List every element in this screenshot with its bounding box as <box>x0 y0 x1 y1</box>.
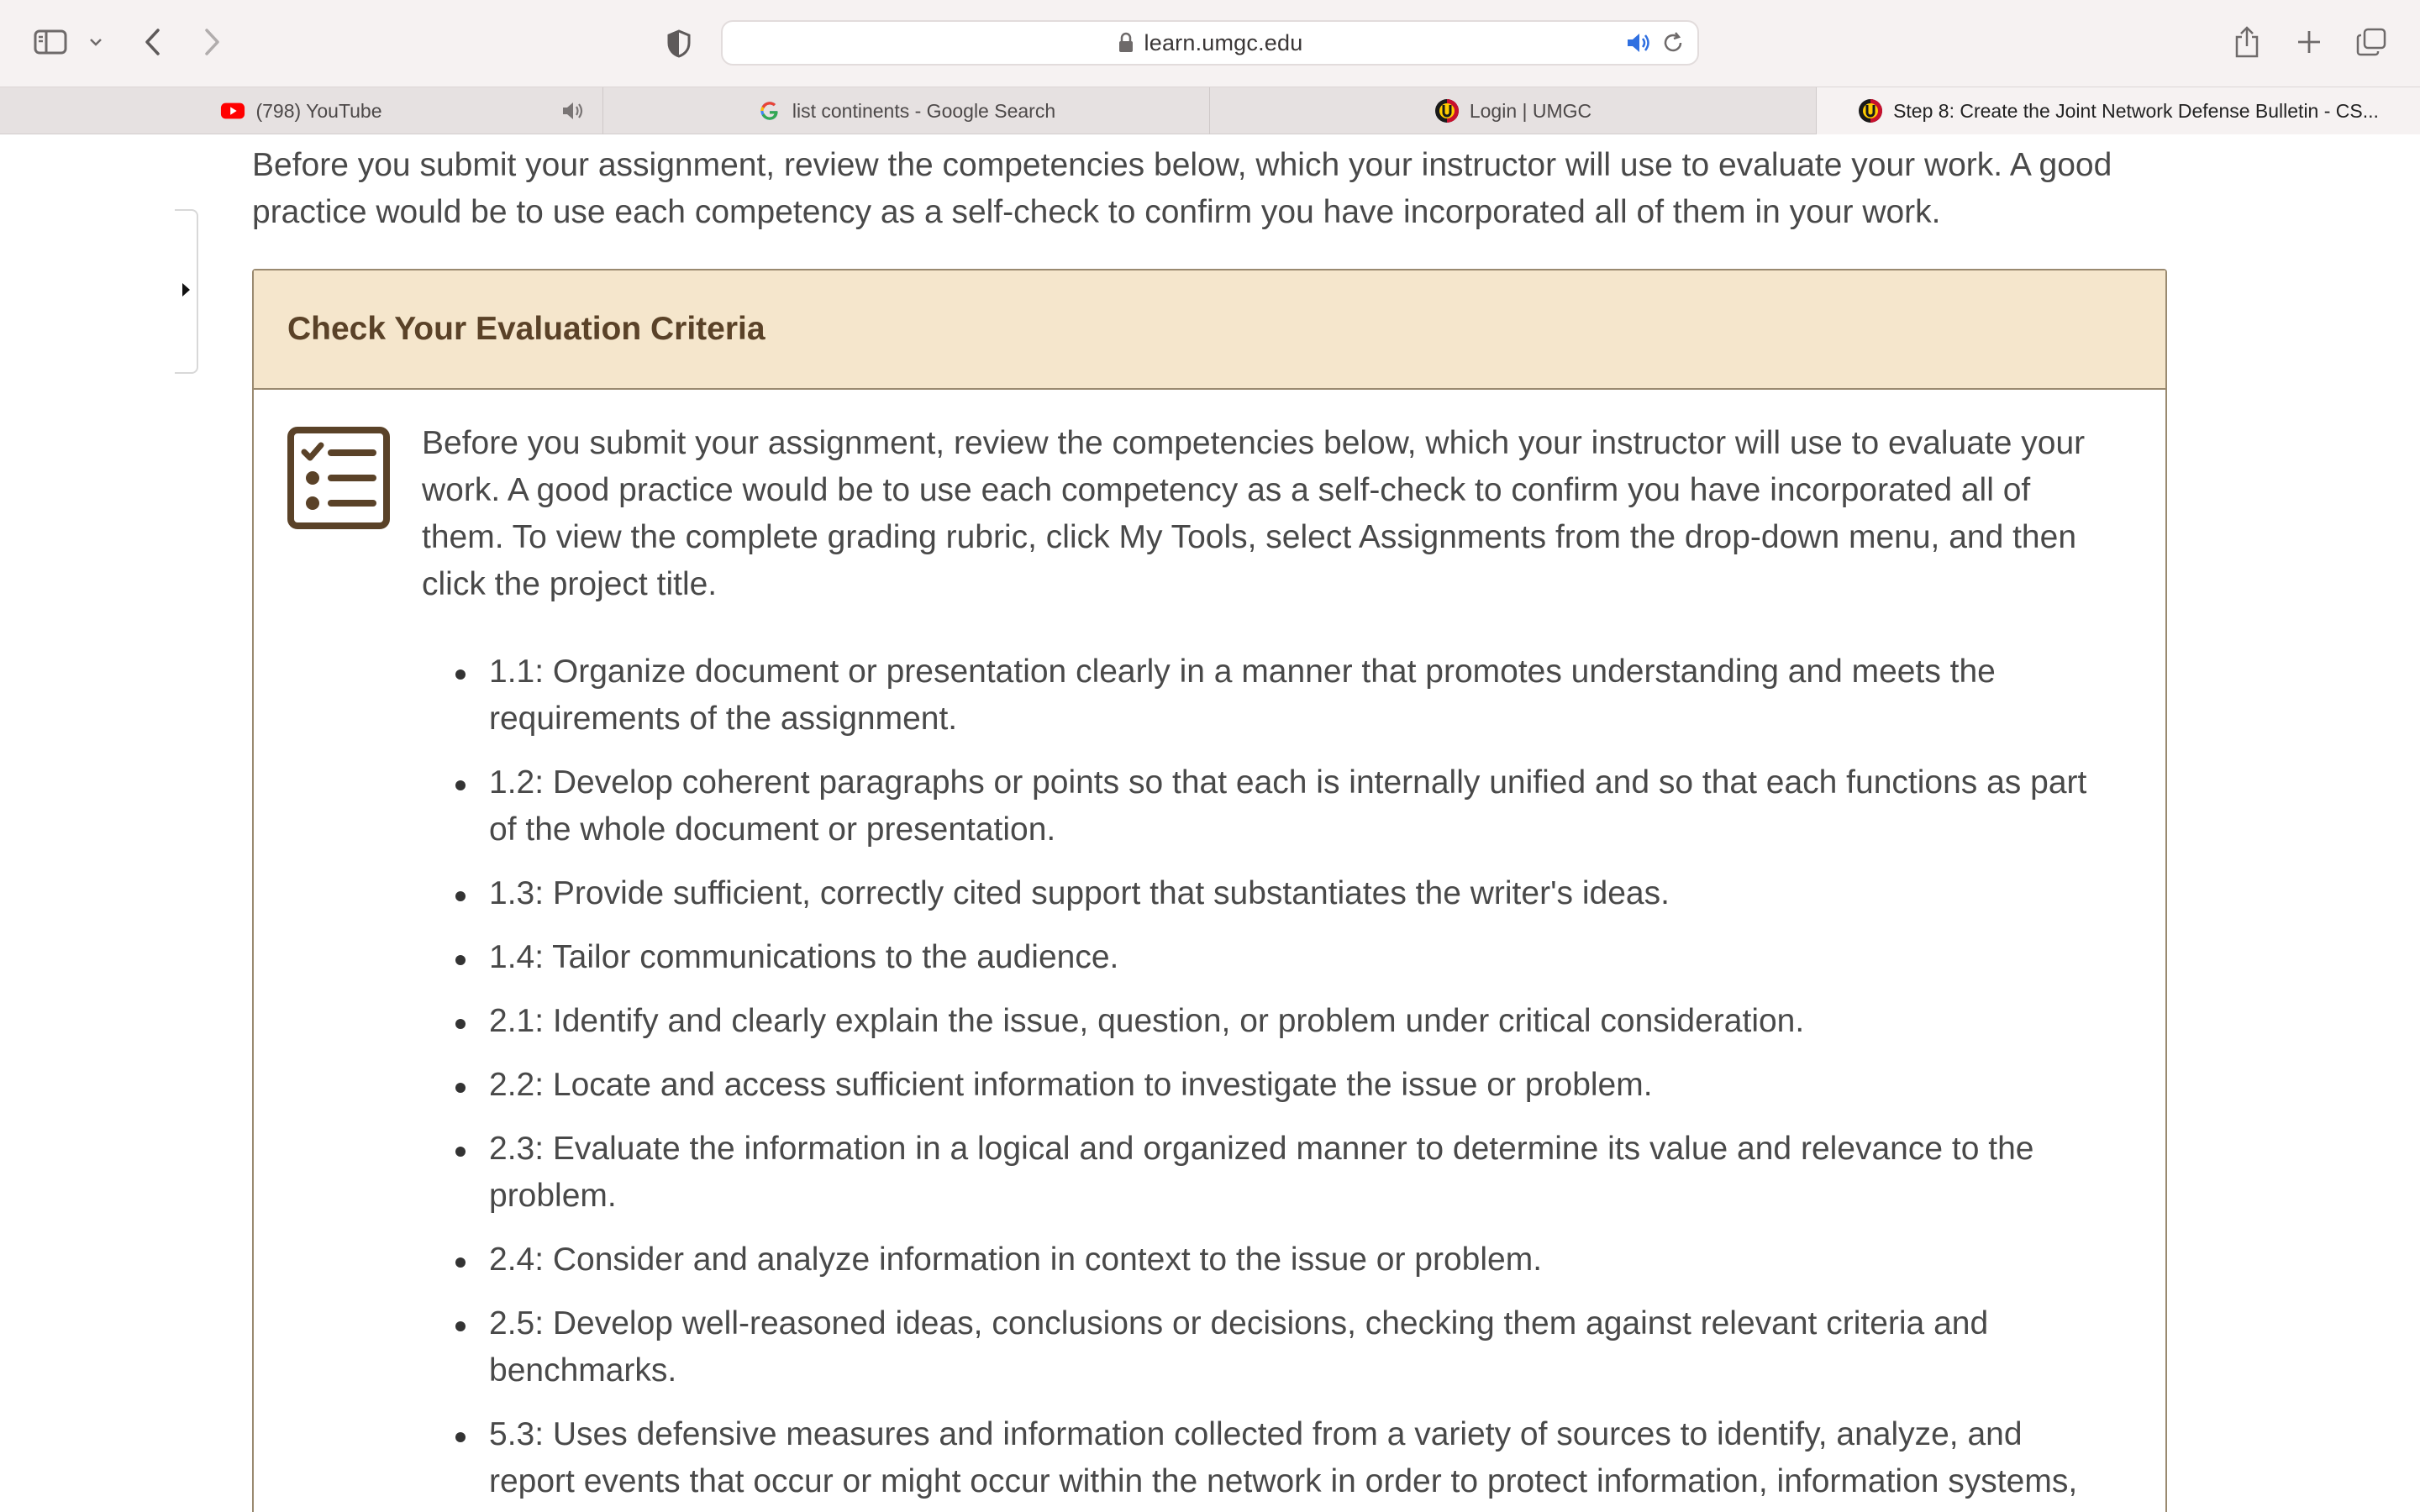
tab-umgc-login[interactable]: Login | UMGC <box>1210 87 1817 134</box>
tab-bar: (798) YouTube list continents - Google S… <box>0 87 2420 134</box>
new-tab-icon[interactable] <box>2287 20 2331 64</box>
umgc-icon <box>1434 98 1460 123</box>
chevron-down-icon[interactable] <box>84 29 108 55</box>
competency-item: 2.5: Develop well-reasoned ideas, conclu… <box>455 1300 2102 1394</box>
speaker-icon[interactable] <box>1625 31 1652 55</box>
competency-item: 1.1: Organize document or presentation c… <box>455 648 2102 743</box>
criteria-paragraph: Before you submit your assignment, revie… <box>422 425 2086 602</box>
competency-item: 5.3: Uses defensive measures and informa… <box>455 1411 2102 1512</box>
tab-title: (798) YouTube <box>255 99 382 122</box>
privacy-shield-icon[interactable] <box>660 25 697 62</box>
competency-item: 2.3: Evaluate the information in a logic… <box>455 1126 2102 1220</box>
address-url: learn.umgc.edu <box>1144 29 1303 55</box>
tab-title: list continents - Google Search <box>792 99 1056 122</box>
tab-step-8[interactable]: Step 8: Create the Joint Network Defense… <box>1817 87 2420 134</box>
reload-icon[interactable] <box>1660 30 1686 55</box>
criteria-header: Check Your Evaluation Criteria <box>254 270 2165 390</box>
page-content: Before you submit your assignment, revie… <box>0 135 2420 1512</box>
forward-button[interactable] <box>193 24 230 60</box>
tab-google[interactable]: list continents - Google Search <box>603 87 1210 134</box>
address-bar[interactable]: learn.umgc.edu <box>721 20 1699 66</box>
tab-youtube[interactable]: (798) YouTube <box>0 87 603 134</box>
youtube-icon <box>220 98 245 123</box>
competency-list: 1.1: Organize document or presentation c… <box>422 648 2102 1512</box>
evaluation-criteria-box: Check Your Evaluation Criteria Before yo… <box>252 269 2167 1512</box>
criteria-title: Check Your Evaluation Criteria <box>287 311 765 347</box>
competency-item: 1.3: Provide sufficient, correctly cited… <box>455 870 2102 917</box>
competency-item: 2.4: Consider and analyze information in… <box>455 1236 2102 1284</box>
tab-speaker-icon[interactable] <box>560 99 586 123</box>
share-icon[interactable] <box>2225 20 2269 64</box>
competency-item: 1.2: Develop coherent paragraphs or poin… <box>455 759 2102 853</box>
competency-item: 2.2: Locate and access sufficient inform… <box>455 1062 2102 1109</box>
intro-paragraph: Before you submit your assignment, revie… <box>252 147 2112 230</box>
back-button[interactable] <box>134 24 171 60</box>
sidebar-toggle-icon[interactable] <box>30 25 71 59</box>
tab-title: Step 8: Create the Joint Network Defense… <box>1893 99 2379 122</box>
competency-item: 2.1: Identify and clearly explain the is… <box>455 998 2102 1045</box>
browser-toolbar: learn.umgc.edu <box>0 0 2420 87</box>
lock-icon <box>1118 32 1134 54</box>
side-panel-toggle[interactable] <box>175 209 198 374</box>
tab-title: Login | UMGC <box>1469 99 1592 122</box>
criteria-body: Before you submit your assignment, revie… <box>422 420 2102 1512</box>
umgc-icon <box>1858 98 1883 123</box>
checklist-icon <box>287 427 390 529</box>
competency-item: 1.4: Tailor communications to the audien… <box>455 934 2102 981</box>
caret-right-icon <box>181 281 191 302</box>
tab-overview-icon[interactable] <box>2349 20 2393 64</box>
google-icon <box>757 98 782 123</box>
